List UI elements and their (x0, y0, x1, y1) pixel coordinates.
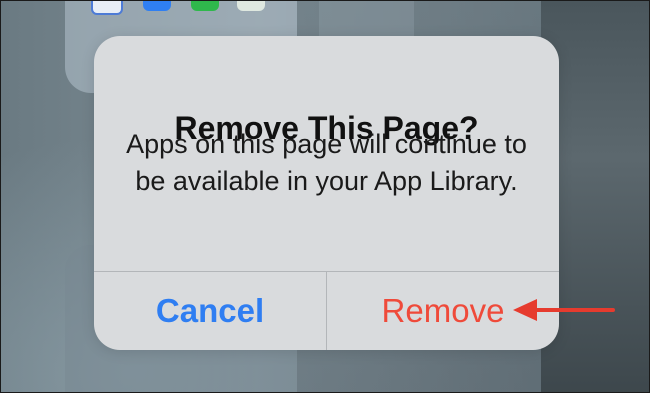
remove-page-alert: Remove This Page? Apps on this page will… (94, 36, 559, 350)
maps-icon (237, 1, 265, 11)
arrow-left-icon (513, 299, 615, 321)
calendar-app-icon (91, 1, 123, 15)
home-screen-background: Remove This Page? Apps on this page will… (0, 0, 650, 393)
alert-message: Apps on this page will continue to be av… (126, 129, 527, 196)
app-store-icon (143, 1, 171, 11)
cancel-button[interactable]: Cancel (94, 272, 326, 350)
messages-icon (191, 1, 219, 11)
